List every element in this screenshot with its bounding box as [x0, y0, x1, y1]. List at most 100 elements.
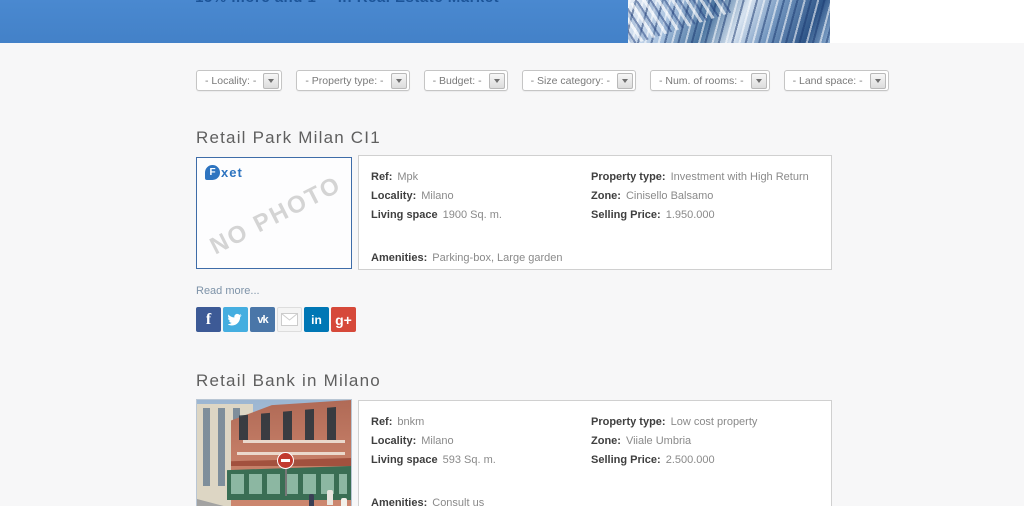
listing1-locality-row: Locality: Milano — [371, 187, 502, 206]
zone-label: Zone: — [591, 190, 621, 202]
listing1-details-left: Ref: Mpk Locality: Milano Living space 1900… — [371, 168, 502, 225]
twitter-bird-icon — [228, 313, 243, 326]
filter-property-type-label: - Property type: - — [305, 75, 390, 87]
amenities-label: Amenities: — [371, 497, 427, 506]
filter-property-type[interactable]: - Property type: - — [296, 70, 409, 91]
property-type-label: Property type: — [591, 416, 666, 428]
photo-pedestrian — [341, 498, 347, 506]
header-tagline: - 15% more and 1° - in Real Estate Marke… — [185, 0, 499, 6]
filter-budget[interactable]: - Budget: - — [424, 70, 508, 91]
photo-pedestrian — [327, 490, 333, 505]
listing1-ptype-row: Property type: Investment with High Retur… — [591, 168, 809, 187]
listing1-title: Retail Park Milan CI1 — [196, 128, 381, 148]
listing2-details-left: Ref: bnkm Locality: Milano Living space 593… — [371, 413, 496, 470]
filter-land-space-dropdown-button[interactable] — [870, 73, 886, 89]
listing1-details: Ref: Mpk Locality: Milano Living space 1900… — [358, 155, 832, 270]
filter-num-rooms-dropdown-button[interactable] — [751, 73, 767, 89]
listing2-ref-row: Ref: bnkm — [371, 413, 496, 432]
vk-icon[interactable]: vk — [250, 307, 275, 332]
mail-icon[interactable] — [277, 307, 302, 332]
twitter-icon[interactable] — [223, 307, 248, 332]
listing1-photo-placeholder[interactable]: F xet NO PHOTO — [196, 157, 352, 269]
ref-label: Ref: — [371, 171, 392, 183]
living-space-value: 1900 Sq. m. — [443, 209, 502, 221]
living-space-label: Living space — [371, 454, 438, 466]
filter-size-category[interactable]: - Size category: - — [522, 70, 636, 91]
listing1-ref-row: Ref: Mpk — [371, 168, 502, 187]
linkedin-icon[interactable]: in — [304, 307, 329, 332]
ref-value: bnkm — [397, 416, 424, 428]
zone-value: Cinisello Balsamo — [626, 190, 713, 202]
chevron-down-icon — [396, 79, 402, 83]
fxet-logo-text: xet — [221, 165, 243, 180]
amenities-value: Parking-box, Large garden — [432, 252, 562, 264]
amenities-label: Amenities: — [371, 252, 427, 264]
filter-size-category-dropdown-button[interactable] — [617, 73, 633, 89]
living-space-value: 593 Sq. m. — [443, 454, 496, 466]
locality-label: Locality: — [371, 190, 416, 202]
chevron-down-icon — [622, 79, 628, 83]
photo-balcony — [243, 440, 345, 443]
listing2-photo[interactable] — [196, 399, 352, 506]
filter-budget-dropdown-button[interactable] — [489, 73, 505, 89]
listing2-locality-row: Locality: Milano — [371, 432, 496, 451]
filter-budget-label: - Budget: - — [433, 75, 489, 87]
filter-locality[interactable]: - Locality: - — [196, 70, 282, 91]
chevron-down-icon — [268, 79, 274, 83]
skyscraper-image — [628, 0, 830, 43]
listing2-details-right: Property type: Low cost property Zone: Vii… — [591, 413, 757, 470]
selling-price-value: 2.500.000 — [666, 454, 715, 466]
fxet-logo: F xet — [205, 165, 243, 180]
no-entry-sign-icon — [277, 452, 294, 469]
filter-locality-label: - Locality: - — [205, 75, 263, 87]
listing2-zone-row: Zone: Viiale Umbria — [591, 432, 757, 451]
no-photo-watermark: NO PHOTO — [196, 165, 352, 267]
filter-num-rooms-label: - Num. of rooms: - — [659, 75, 751, 87]
chevron-down-icon — [756, 79, 762, 83]
header-banner: - 15% more and 1° - in Real Estate Marke… — [0, 0, 628, 43]
ref-value: Mpk — [397, 171, 418, 183]
filter-land-space-label: - Land space: - — [793, 75, 870, 87]
filter-locality-dropdown-button[interactable] — [263, 73, 279, 89]
filter-land-space[interactable]: - Land space: - — [784, 70, 889, 91]
fxet-logo-pin-icon: F — [205, 165, 220, 180]
listing2-amenities-row: Amenities: Consult us — [371, 494, 484, 506]
listing2-price-row: Selling Price: 2.500.000 — [591, 451, 757, 470]
listing2-title: Retail Bank in Milano — [196, 371, 381, 391]
property-type-value: Low cost property — [671, 416, 758, 428]
read-more-link[interactable]: Read more... — [196, 285, 260, 297]
header-spacer — [830, 0, 1024, 43]
photo-sign-pole — [285, 466, 287, 496]
living-space-label: Living space — [371, 209, 438, 221]
envelope-icon — [281, 313, 298, 326]
chevron-down-icon — [875, 79, 881, 83]
listing1-living-row: Living space 1900 Sq. m. — [371, 206, 502, 225]
selling-price-label: Selling Price: — [591, 209, 661, 221]
listing1-amenities-row: Amenities: Parking-box, Large garden — [371, 249, 563, 268]
facebook-icon[interactable]: f — [196, 307, 221, 332]
listing2-details: Ref: bnkm Locality: Milano Living space 593… — [358, 400, 832, 506]
chevron-down-icon — [494, 79, 500, 83]
social-share-bar: f vk in g+ — [196, 307, 356, 332]
filter-size-category-label: - Size category: - — [531, 75, 617, 87]
filter-bar: - Locality: - - Property type: - - Budge… — [196, 70, 889, 91]
locality-value: Milano — [421, 435, 453, 447]
filter-num-rooms[interactable]: - Num. of rooms: - — [650, 70, 770, 91]
ref-label: Ref: — [371, 416, 392, 428]
listing1-zone-row: Zone: Cinisello Balsamo — [591, 187, 809, 206]
property-type-value: Investment with High Return — [671, 171, 809, 183]
listing1-details-right: Property type: Investment with High Retur… — [591, 168, 809, 225]
locality-label: Locality: — [371, 435, 416, 447]
photo-pedestrian — [309, 494, 314, 506]
filter-property-type-dropdown-button[interactable] — [391, 73, 407, 89]
listing2-ptype-row: Property type: Low cost property — [591, 413, 757, 432]
amenities-value: Consult us — [432, 497, 484, 506]
listing1-price-row: Selling Price:1.950.000 — [591, 206, 809, 225]
zone-value: Viiale Umbria — [626, 435, 691, 447]
property-type-label: Property type: — [591, 171, 666, 183]
locality-value: Milano — [421, 190, 453, 202]
listing2-living-row: Living space 593 Sq. m. — [371, 451, 496, 470]
googleplus-icon[interactable]: g+ — [331, 307, 356, 332]
selling-price-label: Selling Price: — [591, 454, 661, 466]
zone-label: Zone: — [591, 435, 621, 447]
